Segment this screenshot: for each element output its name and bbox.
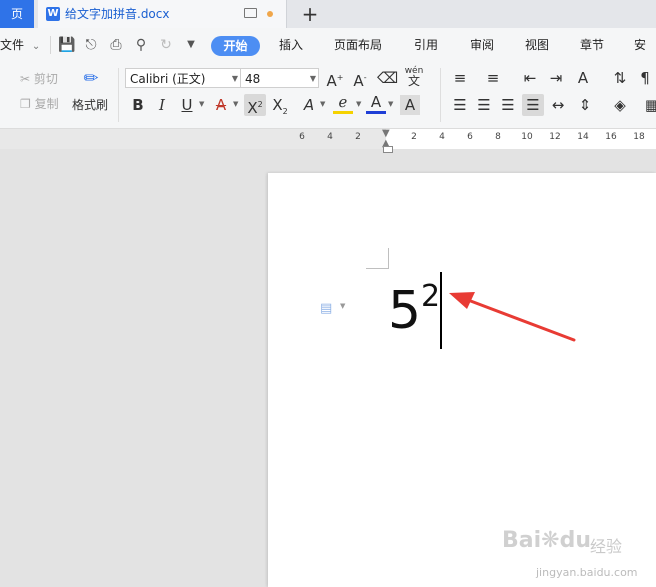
home-tab[interactable]: 页: [0, 0, 34, 28]
copy-label: 复制: [34, 97, 59, 111]
tab-references[interactable]: 引用: [414, 28, 438, 62]
align-center-icon[interactable]: ☰: [474, 95, 494, 115]
clear-format-eraser-icon[interactable]: ⌫: [377, 68, 398, 88]
group-divider: [118, 68, 119, 122]
font-size-select[interactable]: 48 ▼: [240, 68, 319, 88]
margin-corner-mark: [388, 248, 389, 269]
print-preview-icon[interactable]: ⚲: [133, 37, 149, 53]
print-icon[interactable]: ⎙: [108, 37, 124, 53]
document-text-base[interactable]: 5: [388, 279, 421, 343]
chevron-down-icon: ▼: [309, 74, 316, 83]
ruler-number: 2: [411, 132, 417, 142]
left-indent-marker-icon[interactable]: [383, 146, 393, 153]
export-icon[interactable]: ⎋: [83, 37, 99, 53]
decrease-indent-icon[interactable]: ⇤: [520, 68, 540, 88]
justify-icon[interactable]: ☰: [522, 94, 544, 116]
new-tab-button[interactable]: +: [300, 1, 320, 27]
chevron-down-icon[interactable]: ▼: [199, 100, 204, 108]
file-menu-label: 文件: [0, 38, 25, 52]
borders-icon[interactable]: ▦: [642, 95, 656, 115]
char-shading-icon[interactable]: A: [400, 95, 420, 115]
menu-divider: [50, 36, 51, 54]
scissors-icon: ✂: [20, 72, 31, 86]
font-name-select[interactable]: Calibri (正文) ▼: [125, 68, 241, 88]
tab-page-layout[interactable]: 页面布局: [334, 28, 382, 62]
show-marks-icon[interactable]: ¶: [635, 68, 655, 88]
shading-bucket-icon[interactable]: ◈: [610, 95, 630, 115]
tab-chapter[interactable]: 章节: [580, 28, 604, 62]
pinyin-guide-icon[interactable]: wén 文: [404, 66, 424, 87]
unsaved-dot-icon: [267, 11, 273, 17]
highlight-icon[interactable]: ℯ: [333, 94, 353, 114]
monitor-icon[interactable]: [244, 8, 257, 18]
font-color-icon[interactable]: A: [366, 94, 386, 114]
chevron-down-icon[interactable]: ▼: [340, 302, 345, 310]
font-size-value: 48: [245, 72, 261, 86]
document-tab-title: 给文字加拼音.docx: [65, 7, 170, 21]
tab-view[interactable]: 视图: [525, 28, 549, 62]
watermark-url: jingyan.baidu.com: [536, 566, 638, 579]
shrink-font-icon[interactable]: A-: [350, 68, 370, 90]
paragraph-layout-icon[interactable]: ▤: [320, 302, 332, 316]
format-painter-icon[interactable]: ✏: [80, 68, 102, 90]
ruler-number: 14: [577, 132, 589, 142]
text-effect-icon[interactable]: A: [299, 95, 319, 115]
tab-start[interactable]: 开始: [211, 36, 260, 56]
watermark-text: 经验: [590, 537, 623, 556]
subscript-button[interactable]: X2: [270, 95, 290, 116]
underline-button[interactable]: U: [177, 95, 197, 115]
sort-icon[interactable]: ⇅: [610, 68, 630, 88]
ruler-number: 2: [355, 132, 361, 142]
cut-label: 剪切: [33, 72, 58, 86]
chevron-down-icon: ▼: [231, 74, 238, 83]
save-icon[interactable]: 💾: [58, 37, 75, 53]
chevron-down-icon[interactable]: ▼: [388, 100, 393, 108]
copy-icon: ❐: [20, 97, 31, 111]
copy-button[interactable]: ❐ 复制: [20, 95, 59, 113]
writer-app-icon: W: [46, 7, 60, 21]
ruler-number: 12: [549, 132, 561, 142]
grow-font-icon[interactable]: A+: [325, 68, 345, 90]
align-right-icon[interactable]: ☰: [498, 95, 518, 115]
ruler-number: 10: [521, 132, 533, 142]
text-cursor: [440, 272, 442, 349]
chevron-down-icon[interactable]: ▼: [320, 100, 325, 108]
bold-button[interactable]: B: [128, 95, 148, 115]
ruler-number: 4: [327, 132, 333, 142]
ruler-number: 8: [495, 132, 501, 142]
customize-chevron-icon[interactable]: ▼: [183, 37, 199, 53]
tab-insert[interactable]: 插入: [279, 28, 303, 62]
document-page[interactable]: [268, 173, 656, 587]
ruler-number: 16: [605, 132, 617, 142]
align-left-icon[interactable]: ☰: [450, 95, 470, 115]
italic-button[interactable]: I: [152, 95, 172, 115]
chevron-down-icon[interactable]: ▼: [356, 100, 361, 108]
ruler-number: 6: [467, 132, 473, 142]
tab-security[interactable]: 安全: [634, 28, 656, 86]
format-painter-label[interactable]: 格式刷: [72, 96, 108, 114]
file-menu[interactable]: 文件 ⌄: [0, 28, 40, 62]
strikethrough-icon[interactable]: A: [211, 95, 231, 115]
bullet-list-icon[interactable]: ≡: [450, 68, 470, 88]
cut-button[interactable]: ✂ 剪切: [20, 70, 58, 88]
numbered-list-icon[interactable]: ≡: [483, 68, 503, 88]
line-spacing-icon[interactable]: ⇕: [575, 95, 595, 115]
group-divider: [440, 68, 441, 122]
document-text-superscript[interactable]: 2: [421, 280, 440, 314]
ruler-number: 18: [633, 132, 645, 142]
superscript-button[interactable]: X2: [244, 94, 266, 117]
ruler-number: 6: [299, 132, 305, 142]
distributed-align-icon[interactable]: ↔: [548, 95, 568, 115]
ruler-number: 4: [439, 132, 445, 142]
font-name-value: Calibri (正文): [130, 72, 206, 86]
margin-corner-mark: [366, 268, 388, 269]
chevron-down-icon: ⌄: [31, 41, 41, 52]
baidu-logo-watermark: Bai❋du: [502, 528, 592, 553]
tab-review[interactable]: 审阅: [470, 28, 494, 62]
chevron-down-icon[interactable]: ▼: [233, 100, 238, 108]
document-tab[interactable]: W 给文字加拼音.docx: [38, 0, 287, 28]
increase-indent-icon[interactable]: ⇥: [546, 68, 566, 88]
text-direction-icon[interactable]: A: [573, 68, 593, 88]
redo-icon[interactable]: ↻: [158, 37, 174, 53]
